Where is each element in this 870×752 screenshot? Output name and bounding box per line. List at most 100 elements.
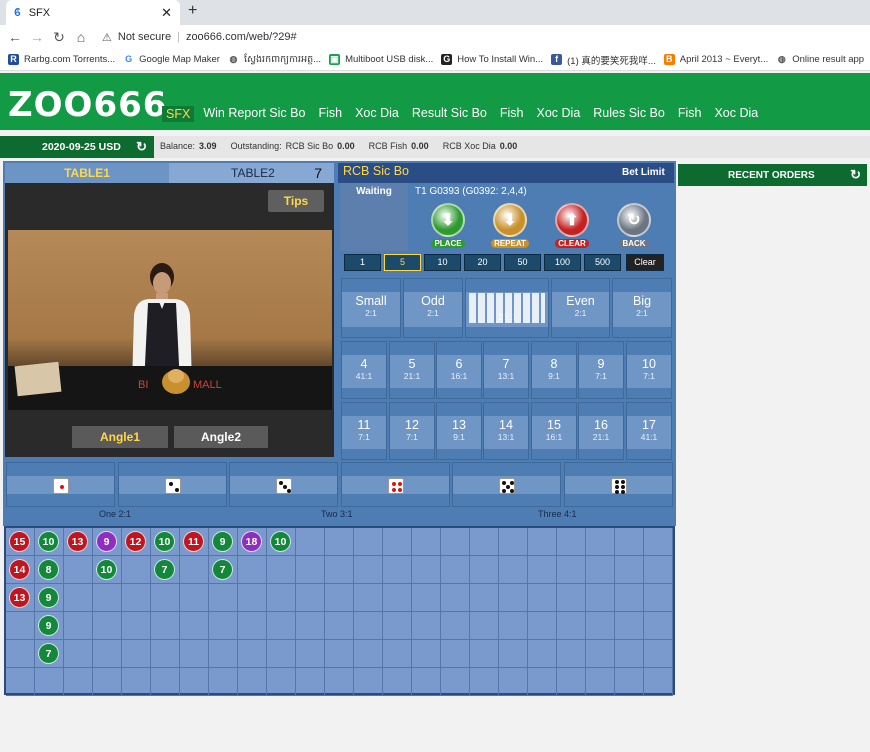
bookmark-item[interactable]: B April 2013 ~ Everyt... (663, 54, 768, 65)
bet-sum-7[interactable]: 7 13:1 (483, 341, 529, 399)
action-label: PLACE (431, 239, 465, 248)
angle2-button[interactable]: Angle2 (174, 426, 268, 448)
bookmark-item[interactable]: ◍ ស្វែងរកពាក្យការអត្ថ... (227, 53, 321, 67)
bet-single-4[interactable] (341, 462, 450, 507)
action-label: BACK (619, 239, 649, 248)
chip-5[interactable]: 5 (384, 254, 421, 271)
bet-cell-footer (627, 449, 671, 459)
nav-item[interactable]: Xoc Dia (714, 106, 758, 122)
bet-odd[interactable]: Odd 2:1 (403, 278, 463, 338)
refresh-orders-icon[interactable]: ↻ (850, 167, 861, 183)
bet-name: 7 (502, 357, 510, 371)
bet-sum-6[interactable]: 6 16:1 (436, 341, 482, 399)
roadmap-cell (296, 528, 325, 556)
chip-1[interactable]: 1 (344, 254, 381, 271)
url-text[interactable]: zoo666.com/web/?29# (186, 31, 297, 43)
bet-even[interactable]: Even 2:1 (551, 278, 610, 338)
bookmark-item[interactable]: G Google Map Maker (123, 54, 220, 65)
bet-sum-15[interactable]: 15 16:1 (531, 402, 577, 460)
bookmark-item[interactable]: f (1) 真的要笑死我咩... (551, 53, 656, 67)
refresh-balance-icon[interactable]: ↻ (136, 139, 147, 155)
site-logo[interactable]: ZOO666 (8, 85, 167, 125)
roadmap-cell (325, 640, 354, 668)
bet-single-1[interactable] (6, 462, 115, 507)
roadmap-cell (180, 584, 209, 612)
chip-20[interactable]: 20 (464, 254, 501, 271)
roadmap-cell (296, 612, 325, 640)
roadmap-cell (441, 640, 470, 668)
chip-100[interactable]: 100 (544, 254, 581, 271)
site-favicon-icon: ϐ (14, 6, 21, 19)
bet-cell-header (565, 463, 672, 476)
bet-sum-9[interactable]: 9 7:1 (578, 341, 624, 399)
bet-cell-header (7, 463, 114, 476)
back-button[interactable]: ↻ BACK (614, 203, 654, 249)
bet-single-5[interactable] (452, 462, 561, 507)
bookmark-item[interactable]: ◍ Online result app (776, 54, 864, 65)
security-label: Not secure (117, 31, 172, 43)
nav-item[interactable]: Xoc Dia (355, 106, 399, 122)
browser-tab[interactable]: ϐ SFX ✕ (6, 0, 180, 25)
tips-button[interactable]: Tips (268, 190, 324, 212)
action-label: REPEAT (491, 239, 529, 248)
bet-sum-5[interactable]: 5 21:1 (389, 341, 435, 399)
roadmap-cell (64, 584, 93, 612)
close-tab-icon[interactable]: ✕ (161, 5, 172, 21)
chip-10[interactable]: 10 (424, 254, 461, 271)
bet-single-6[interactable] (564, 462, 673, 507)
tab-table2[interactable]: TABLE2 7 (169, 163, 334, 183)
angle1-button[interactable]: Angle1 (72, 426, 168, 448)
nav-item[interactable]: SFX (162, 106, 195, 122)
bet-sum-8[interactable]: 8 9:1 (531, 341, 577, 399)
nav-item[interactable]: Fish (500, 106, 524, 122)
bet-cell-header (342, 279, 400, 292)
repeat-button[interactable]: ⬇ REPEAT (490, 203, 530, 249)
home-icon[interactable]: ⌂ (70, 29, 92, 45)
bet-big[interactable]: Big 2:1 (612, 278, 672, 338)
nav-item[interactable]: Win Report Sic Bo (203, 106, 305, 122)
chip-50[interactable]: 50 (504, 254, 541, 271)
clear-button[interactable]: ⬆ CLEAR (552, 203, 592, 249)
bet-single-3[interactable] (229, 462, 338, 507)
nav-item[interactable]: Result Sic Bo (412, 106, 487, 122)
place-button[interactable]: ⬇ PLACE (428, 203, 468, 249)
bookmark-item[interactable]: G How To Install Win... (441, 54, 543, 65)
bet-sum-13[interactable]: 13 9:1 (436, 402, 482, 460)
bet-cell-header (627, 342, 671, 355)
result-ball: 9 (212, 531, 233, 552)
warning-icon[interactable]: ⚠ (102, 31, 112, 44)
bet-sum-4[interactable]: 4 41:1 (341, 341, 387, 399)
bet-sum-14[interactable]: 14 13:1 (483, 402, 529, 460)
bet-sum-16[interactable]: 16 21:1 (578, 402, 624, 460)
bet-any-triple[interactable]: 25:1 (465, 278, 549, 338)
tab-table1[interactable]: TABLE1 (5, 163, 169, 183)
bet-sum-11[interactable]: 11 7:1 (341, 402, 387, 460)
back-arrow-icon[interactable]: ← (4, 29, 26, 45)
roadmap-cell (586, 612, 615, 640)
result-ball: 10 (38, 531, 59, 552)
bet-sum-17[interactable]: 17 41:1 (626, 402, 672, 460)
die-pip (174, 488, 179, 492)
date-currency-box: 2020-09-25 USD ↻ (0, 136, 154, 158)
nav-item[interactable]: Fish (318, 106, 342, 122)
nav-item[interactable]: Rules Sic Bo (593, 106, 665, 122)
omnibox[interactable]: ⚠ Not secure | zoo666.com/web/?29# (102, 31, 297, 44)
new-tab-button[interactable]: + (188, 2, 197, 20)
nav-item[interactable]: Xoc Dia (537, 106, 581, 122)
reload-icon[interactable]: ↻ (48, 29, 70, 46)
bet-sum-10[interactable]: 10 7:1 (626, 341, 672, 399)
bet-single-2[interactable] (118, 462, 227, 507)
bookmark-item[interactable]: R Rarbg.com Torrents... (8, 54, 115, 65)
chip-500[interactable]: 500 (584, 254, 621, 271)
clear-chips-button[interactable]: Clear (626, 254, 664, 271)
nav-item[interactable]: Fish (678, 106, 702, 122)
roadmap-cell (412, 668, 441, 696)
forward-arrow-icon[interactable]: → (26, 29, 48, 45)
result-ball: 9 (38, 587, 59, 608)
bookmark-item[interactable]: ▣ Multiboot USB disk... (329, 54, 433, 65)
game-title: RCB Sic Bo (343, 164, 409, 178)
bet-small[interactable]: Small 2:1 (341, 278, 401, 338)
roadmap-cell (499, 556, 528, 584)
bet-limit-link[interactable]: Bet Limit (622, 167, 665, 178)
bet-sum-12[interactable]: 12 7:1 (389, 402, 435, 460)
